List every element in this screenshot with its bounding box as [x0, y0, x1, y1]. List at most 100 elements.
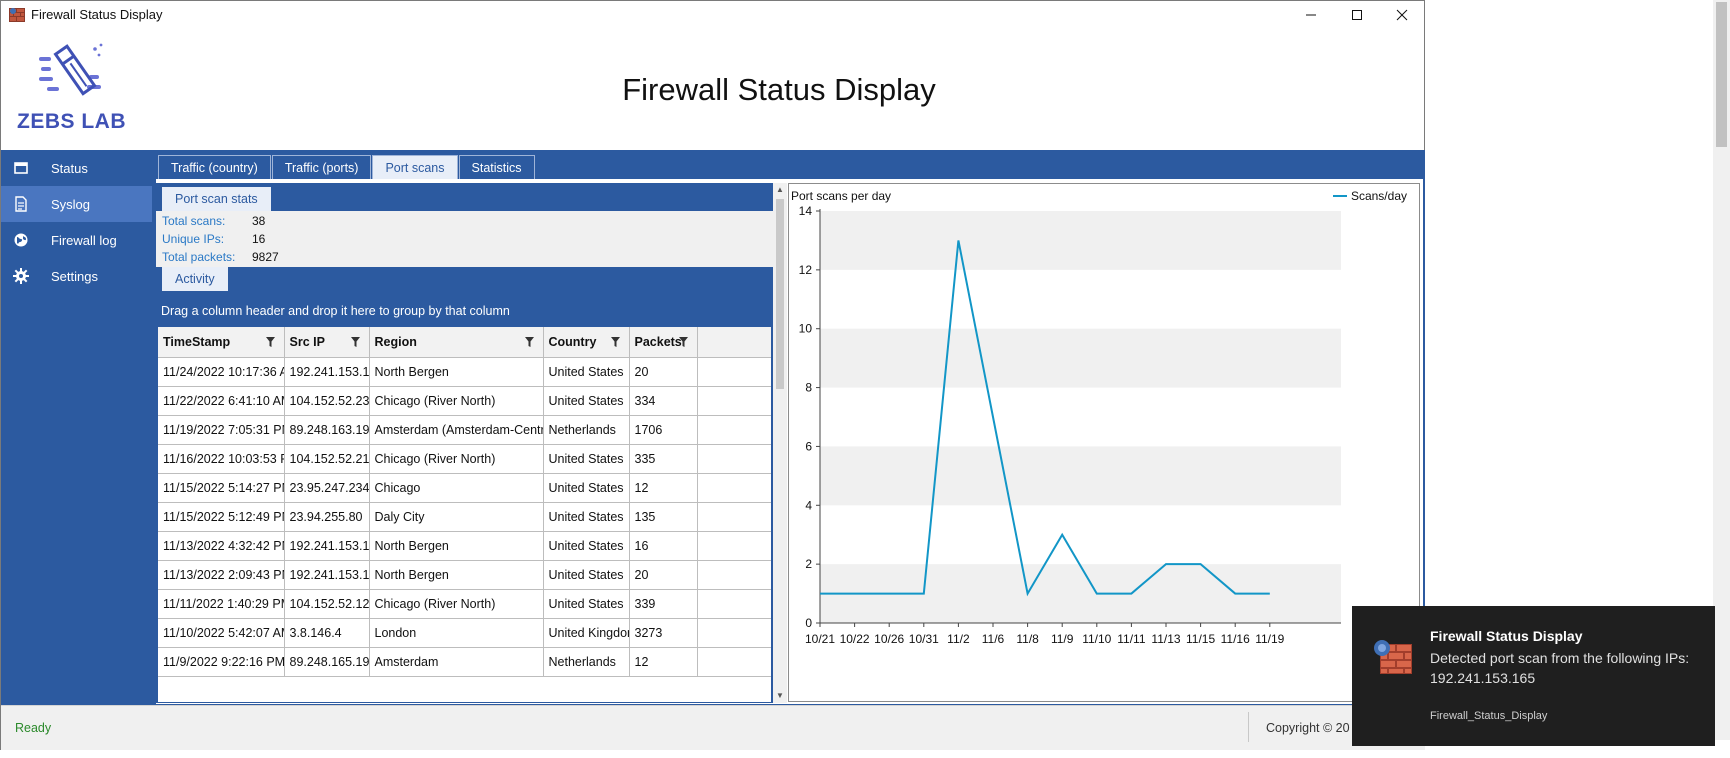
tab-port-scan-stats[interactable]: Port scan stats — [162, 187, 271, 211]
table-cell: Amsterdam — [369, 647, 544, 677]
globe-icon — [14, 233, 28, 247]
table-row[interactable]: 11/15/2022 5:12:49 PM 23.94.255.80 Daly Ci… — [158, 502, 771, 532]
column-header-country[interactable]: Country — [543, 327, 630, 358]
table-cell: Amsterdam (Amsterdam-Centrum) — [369, 415, 544, 445]
table-row[interactable]: 11/11/2022 1:40:29 PM 104.152.52.122 Chica… — [158, 589, 771, 619]
scroll-thumb[interactable] — [776, 199, 784, 389]
table-cell: United States — [543, 502, 630, 532]
toast-message: Detected port scan from the following IP… — [1430, 650, 1690, 686]
copyright-text: Copyright © 20 — [1266, 721, 1350, 735]
table-cell-spacer — [697, 415, 771, 445]
filter-icon[interactable] — [610, 337, 620, 347]
page-scrollbar[interactable] — [1713, 0, 1730, 740]
table-cell: London — [369, 618, 544, 648]
x-tick-label: 11/11 — [1117, 632, 1146, 646]
page-title: Firewall Status Display — [622, 72, 936, 107]
page-scroll-thumb[interactable] — [1716, 2, 1727, 147]
logo-text: ZEBS LAB — [17, 110, 126, 133]
table-cell: North Bergen — [369, 531, 544, 561]
status-text: Ready — [15, 721, 52, 735]
tab-statistics[interactable]: Statistics — [458, 155, 535, 179]
table-cell: 12 — [629, 647, 698, 677]
chart-title: Port scans per day — [791, 189, 892, 203]
table-cell-spacer — [697, 386, 771, 416]
table-cell: 11/15/2022 5:14:27 PM — [158, 473, 285, 503]
table-cell: 135 — [629, 502, 698, 532]
table-cell: Chicago (River North) — [369, 386, 544, 416]
tab-content: Port scan stats Total scans: 38 Unique I… — [156, 179, 1423, 704]
sidebar-item-syslog[interactable]: Syslog — [1, 186, 152, 222]
document-icon — [15, 196, 27, 212]
table-cell: 11/9/2022 9:22:16 PM — [158, 647, 285, 677]
table-cell: 11/13/2022 4:32:42 PM — [158, 531, 285, 561]
table-row[interactable]: 11/15/2022 5:14:27 PM 23.95.247.234 Chicag… — [158, 473, 771, 503]
notification-toast[interactable]: Firewall Status Display Detected port sc… — [1352, 606, 1715, 746]
column-header-label: Region — [374, 334, 417, 349]
tab-strip: Traffic (country) Traffic (ports) Port s… — [158, 155, 536, 179]
table-row[interactable]: 11/22/2022 6:41:10 AM 104.152.52.234 Chica… — [158, 386, 771, 416]
status-separator — [1248, 712, 1249, 742]
y-tick-label: 12 — [799, 263, 813, 277]
sidebar-item-settings[interactable]: Settings — [1, 258, 152, 294]
table-cell: Chicago — [369, 473, 544, 503]
tab-traffic-ports[interactable]: Traffic (ports) — [271, 155, 372, 179]
table-cell-spacer — [697, 502, 771, 532]
minimize-button[interactable] — [1288, 1, 1334, 29]
table-row[interactable]: 11/10/2022 5:42:07 AM 3.8.146.4 London Uni… — [158, 618, 771, 648]
sidebar-item-label: Firewall log — [51, 233, 117, 248]
column-header-label: TimeStamp — [163, 334, 231, 349]
table-cell: Chicago (River North) — [369, 589, 544, 619]
grid-band — [820, 328, 1341, 388]
filter-icon[interactable] — [265, 337, 275, 347]
table-cell: 12 — [629, 473, 698, 503]
scroll-down-icon[interactable]: ▼ — [775, 691, 785, 701]
y-tick-label: 14 — [799, 204, 813, 218]
y-tick-label: 2 — [805, 557, 812, 571]
tab-traffic-country[interactable]: Traffic (country) — [158, 155, 271, 179]
tab-port-scans[interactable]: Port scans — [372, 155, 458, 179]
table-cell: 11/13/2022 2:09:43 PM — [158, 560, 285, 590]
close-button[interactable] — [1379, 1, 1425, 29]
scroll-up-icon[interactable]: ▲ — [775, 185, 785, 195]
table-cell: United States — [543, 444, 630, 474]
x-tick-label: 11/15 — [1186, 632, 1215, 646]
filter-icon[interactable] — [678, 337, 688, 347]
group-drop-area[interactable]: Drag a column header and drop it here to… — [161, 304, 510, 318]
table-cell: 11/16/2022 10:03:53 PM — [158, 444, 285, 474]
table-cell-spacer — [697, 647, 771, 677]
title-bar[interactable]: Firewall Status Display — [1, 1, 1424, 29]
table-row[interactable]: 11/9/2022 9:22:16 PM 89.248.165.195 Amster… — [158, 647, 771, 677]
firewall-brick-icon — [9, 8, 25, 22]
column-header-timestamp[interactable]: TimeStamp — [158, 327, 285, 358]
table-cell: 23.94.255.80 — [284, 502, 370, 532]
column-header-src-ip[interactable]: Src IP — [284, 327, 370, 358]
column-header-packets[interactable]: Packets — [629, 327, 698, 358]
table-cell-spacer — [697, 444, 771, 474]
maximize-button[interactable] — [1334, 1, 1380, 29]
tab-activity[interactable]: Activity — [162, 267, 228, 291]
table-cell: United States — [543, 560, 630, 590]
table-cell-spacer — [697, 589, 771, 619]
table-cell: 192.241.153.165 — [284, 357, 370, 387]
table-row[interactable]: 11/19/2022 7:05:31 PM 89.248.163.195 Amste… — [158, 415, 771, 445]
table-row[interactable]: 11/13/2022 2:09:43 PM192.241.153.165Nort… — [158, 560, 771, 590]
table-cell: United Kingdom — [543, 618, 630, 648]
filter-icon[interactable] — [524, 337, 534, 347]
table-cell: North Bergen — [369, 357, 544, 387]
chart-legend: Scans/day — [1332, 189, 1407, 203]
y-tick-label: 6 — [805, 439, 812, 453]
table-cell: United States — [543, 357, 630, 387]
sidebar-item-status[interactable]: Status — [1, 150, 152, 186]
table-cell-spacer — [697, 618, 771, 648]
table-cell: 3.8.146.4 — [284, 618, 370, 648]
sidebar-item-firewall-log[interactable]: Firewall log — [1, 222, 152, 258]
table-row[interactable]: 11/24/2022 10:17:36 AM192.241.153.165Nor… — [158, 357, 771, 387]
filter-icon[interactable] — [350, 337, 360, 347]
table-row[interactable]: 11/13/2022 4:32:42 PM192.241.153.165Nort… — [158, 531, 771, 561]
panel-scrollbar[interactable]: ▲ ▼ — [773, 183, 787, 703]
column-header-region[interactable]: Region — [369, 327, 544, 358]
table-cell: 339 — [629, 589, 698, 619]
firewall-brick-icon — [1374, 640, 1412, 674]
activity-panel: Drag a column header and drop it here to… — [156, 291, 773, 703]
table-row[interactable]: 11/16/2022 10:03:53 PM104.152.52.215Chic… — [158, 444, 771, 474]
